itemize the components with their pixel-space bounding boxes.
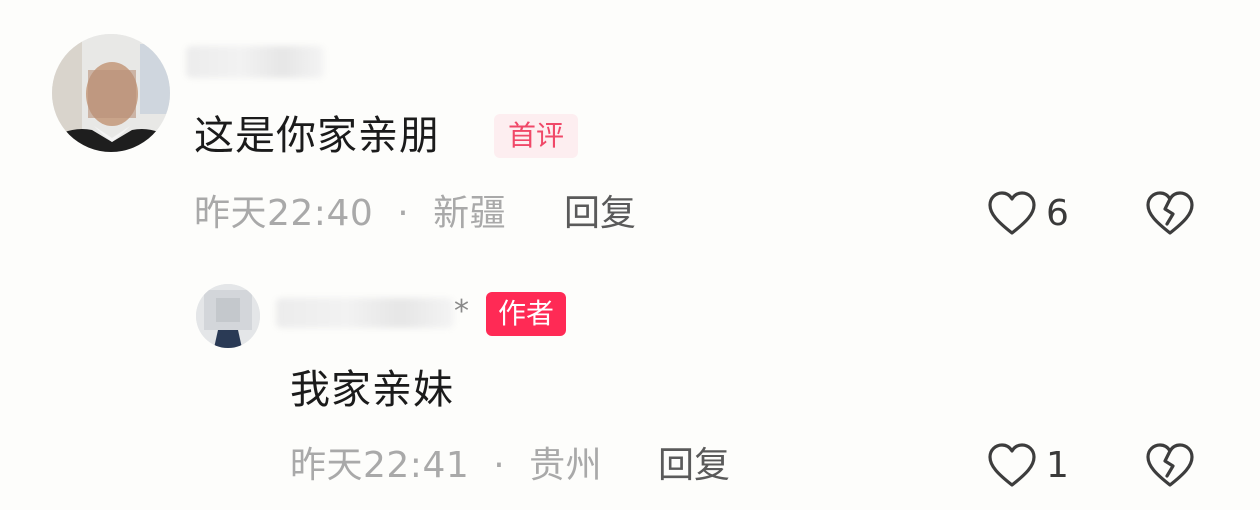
reply-avatar[interactable] [196,284,260,348]
avatar-photo [196,284,260,348]
reply-button[interactable]: 回复 [658,442,730,490]
dislike-button[interactable] [1144,188,1196,240]
like-count: 1 [1046,445,1069,486]
username-blurred [186,46,324,78]
dislike-button[interactable] [1144,440,1196,492]
heart-outline-icon [988,191,1036,235]
reply-time: 昨天22:41 [290,445,470,486]
comment-meta: 昨天22:40 · 新疆 [194,190,506,238]
broken-heart-icon [1146,191,1194,235]
avatar[interactable] [52,34,170,152]
reply-meta: 昨天22:41 · 贵州 [290,442,602,490]
like-button[interactable] [986,188,1038,240]
reply-location: 贵州 [529,445,603,486]
reply-text: 我家亲妹 [290,367,454,413]
broken-heart-icon [1146,443,1194,487]
avatar-photo [52,34,170,152]
username-blurred [276,298,454,328]
meta-separator: · [397,193,410,234]
meta-separator: · [493,445,506,486]
heart-outline-icon [988,443,1036,487]
author-badge: 作者 [486,292,567,336]
username-suffix: * [454,294,469,329]
like-count: 6 [1046,193,1069,234]
comment-location: 新疆 [433,193,507,234]
reply-button[interactable]: 回复 [564,190,636,238]
like-button[interactable] [986,440,1038,492]
comment-text: 这是你家亲朋 [194,113,440,159]
first-comment-badge: 首评 [494,114,579,158]
comment-time: 昨天22:40 [194,193,374,234]
